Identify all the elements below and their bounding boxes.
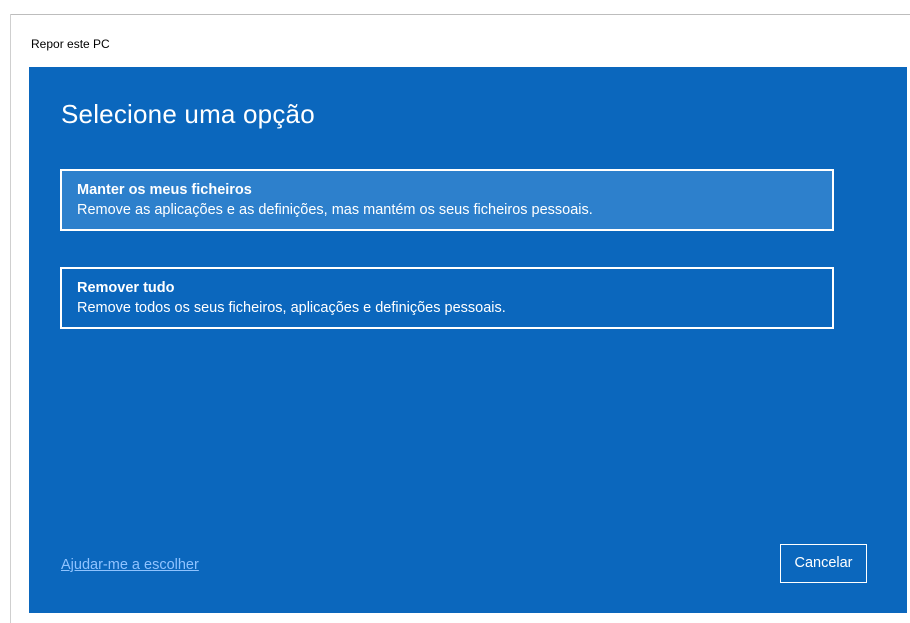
remove-everything-title: Remover tudo: [77, 280, 175, 296]
help-me-choose-link[interactable]: Ajudar-me a escolher: [61, 557, 199, 573]
remove-everything-option[interactable]: Remover tudo Remove todos os seus fichei…: [60, 267, 834, 329]
keep-files-title: Manter os meus ficheiros: [77, 182, 252, 198]
reset-pc-window: Repor este PC Selecione uma opção Manter…: [0, 0, 910, 623]
keep-files-description: Remove as aplicações e as definições, ma…: [77, 202, 593, 218]
reset-options-panel: Selecione uma opção Manter os meus fiche…: [29, 67, 907, 613]
remove-everything-description: Remove todos os seus ficheiros, aplicaçõ…: [77, 300, 506, 316]
keep-files-option[interactable]: Manter os meus ficheiros Remove as aplic…: [60, 169, 834, 231]
window-left-border: [10, 14, 11, 623]
window-title: Repor este PC: [31, 37, 110, 51]
cancel-button[interactable]: Cancelar: [780, 544, 867, 583]
window-top-border: [10, 14, 910, 15]
page-title: Selecione uma opção: [61, 99, 315, 129]
